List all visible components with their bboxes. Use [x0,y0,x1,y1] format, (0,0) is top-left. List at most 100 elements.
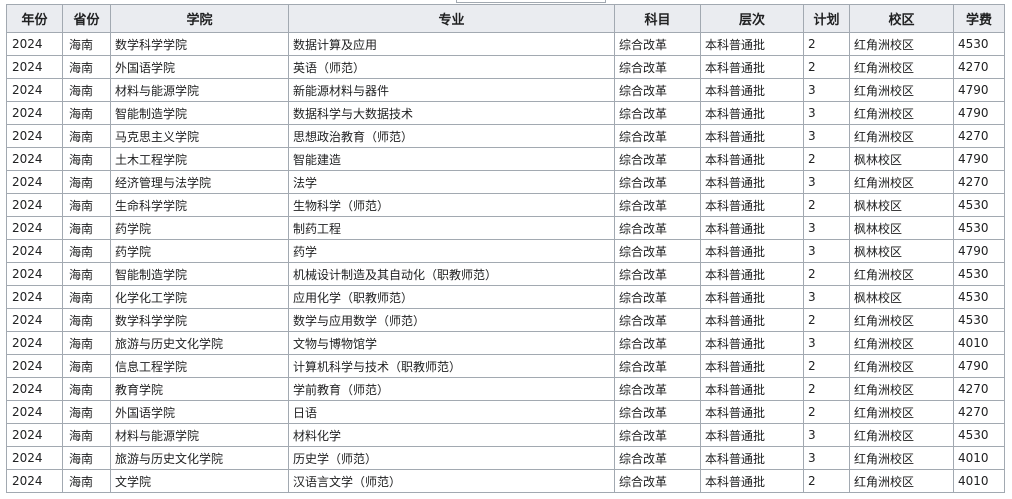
cell-plan: 2 [803,377,850,401]
header-major[interactable]: 专业 [288,4,615,33]
table-row: 2024 海南 外国语学院 日语 综合改革 本科普通批 2 红角洲校区 4270 [6,400,1005,424]
cell-campus: 红角洲校区 [849,101,954,125]
table-row: 2024 海南 智能制造学院 机械设计制造及其自动化（职教师范） 综合改革 本科普通批 2 红… [6,262,1005,286]
cell-major: 材料化学 [288,423,615,447]
cell-campus: 红角洲校区 [849,170,954,194]
cell-college: 旅游与历史文化学院 [110,446,289,470]
cell-subject: 综合改革 [614,285,701,309]
cell-year: 2024 [6,101,63,125]
cell-tuition: 4530 [953,308,1005,332]
cell-campus: 红角洲校区 [849,400,954,424]
cell-campus: 红角洲校区 [849,124,954,148]
cell-college: 智能制造学院 [110,101,289,125]
cell-college: 外国语学院 [110,400,289,424]
cell-year: 2024 [6,331,63,355]
cell-level: 本科普通批 [700,469,804,493]
cell-major: 生物科学（师范） [288,193,615,217]
cell-major: 数据计算及应用 [288,32,615,56]
cell-level: 本科普通批 [700,170,804,194]
header-plan[interactable]: 计划 [803,4,850,33]
cell-level: 本科普通批 [700,400,804,424]
cell-college: 智能制造学院 [110,262,289,286]
cell-year: 2024 [6,285,63,309]
header-campus[interactable]: 校区 [849,4,954,33]
top-strip [456,0,606,3]
cell-tuition: 4270 [953,124,1005,148]
cell-year: 2024 [6,193,63,217]
cell-province: 海南 [62,124,111,148]
cell-subject: 综合改革 [614,262,701,286]
cell-college: 土木工程学院 [110,147,289,171]
cell-college: 信息工程学院 [110,354,289,378]
cell-tuition: 4790 [953,101,1005,125]
header-subject[interactable]: 科目 [614,4,701,33]
cell-college: 数学科学学院 [110,32,289,56]
cell-college: 外国语学院 [110,55,289,79]
cell-tuition: 4790 [953,354,1005,378]
table-row: 2024 海南 经济管理与法学院 法学 综合改革 本科普通批 3 红角洲校区 4270 [6,170,1005,194]
table-row: 2024 海南 土木工程学院 智能建造 综合改革 本科普通批 2 枫林校区 4790 [6,147,1005,171]
cell-tuition: 4530 [953,216,1005,240]
table-row: 2024 海南 药学院 制药工程 综合改革 本科普通批 3 枫林校区 4530 [6,216,1005,240]
cell-college: 药学院 [110,239,289,263]
cell-campus: 红角洲校区 [849,308,954,332]
cell-major: 思想政治教育（师范） [288,124,615,148]
table-row: 2024 海南 文学院 汉语言文学（师范） 综合改革 本科普通批 2 红角洲校区 4010 [6,469,1005,493]
cell-campus: 红角洲校区 [849,377,954,401]
cell-year: 2024 [6,400,63,424]
cell-subject: 综合改革 [614,170,701,194]
cell-level: 本科普通批 [700,354,804,378]
cell-major: 历史学（师范） [288,446,615,470]
header-college[interactable]: 学院 [110,4,289,33]
cell-subject: 综合改革 [614,124,701,148]
table-row: 2024 海南 材料与能源学院 材料化学 综合改革 本科普通批 3 红角洲校区 4530 [6,423,1005,447]
cell-province: 海南 [62,262,111,286]
cell-campus: 红角洲校区 [849,55,954,79]
cell-subject: 综合改革 [614,147,701,171]
cell-college: 化学化工学院 [110,285,289,309]
cell-year: 2024 [6,446,63,470]
cell-campus: 枫林校区 [849,239,954,263]
cell-campus: 红角洲校区 [849,469,954,493]
cell-level: 本科普通批 [700,423,804,447]
cell-tuition: 4790 [953,78,1005,102]
cell-province: 海南 [62,193,111,217]
cell-plan: 2 [803,469,850,493]
cell-level: 本科普通批 [700,285,804,309]
cell-year: 2024 [6,78,63,102]
cell-subject: 综合改革 [614,55,701,79]
cell-plan: 3 [803,124,850,148]
cell-campus: 红角洲校区 [849,354,954,378]
cell-college: 经济管理与法学院 [110,170,289,194]
cell-level: 本科普通批 [700,308,804,332]
cell-province: 海南 [62,239,111,263]
cell-year: 2024 [6,423,63,447]
cell-major: 法学 [288,170,615,194]
cell-province: 海南 [62,331,111,355]
cell-subject: 综合改革 [614,423,701,447]
header-year[interactable]: 年份 [6,4,63,33]
cell-campus: 枫林校区 [849,285,954,309]
cell-level: 本科普通批 [700,446,804,470]
cell-province: 海南 [62,308,111,332]
cell-subject: 综合改革 [614,469,701,493]
header-level[interactable]: 层次 [700,4,804,33]
cell-level: 本科普通批 [700,193,804,217]
cell-level: 本科普通批 [700,377,804,401]
cell-campus: 枫林校区 [849,216,954,240]
cell-tuition: 4530 [953,262,1005,286]
cell-province: 海南 [62,32,111,56]
cell-plan: 2 [803,55,850,79]
cell-tuition: 4270 [953,400,1005,424]
cell-college: 材料与能源学院 [110,78,289,102]
cell-campus: 枫林校区 [849,193,954,217]
cell-major: 英语（师范） [288,55,615,79]
cell-year: 2024 [6,377,63,401]
cell-province: 海南 [62,354,111,378]
cell-tuition: 4010 [953,469,1005,493]
header-tuition[interactable]: 学费 [953,4,1005,33]
header-province[interactable]: 省份 [62,4,111,33]
cell-campus: 枫林校区 [849,147,954,171]
table-row: 2024 海南 信息工程学院 计算机科学与技术（职教师范） 综合改革 本科普通批 2 红角洲校… [6,354,1005,378]
cell-tuition: 4530 [953,193,1005,217]
